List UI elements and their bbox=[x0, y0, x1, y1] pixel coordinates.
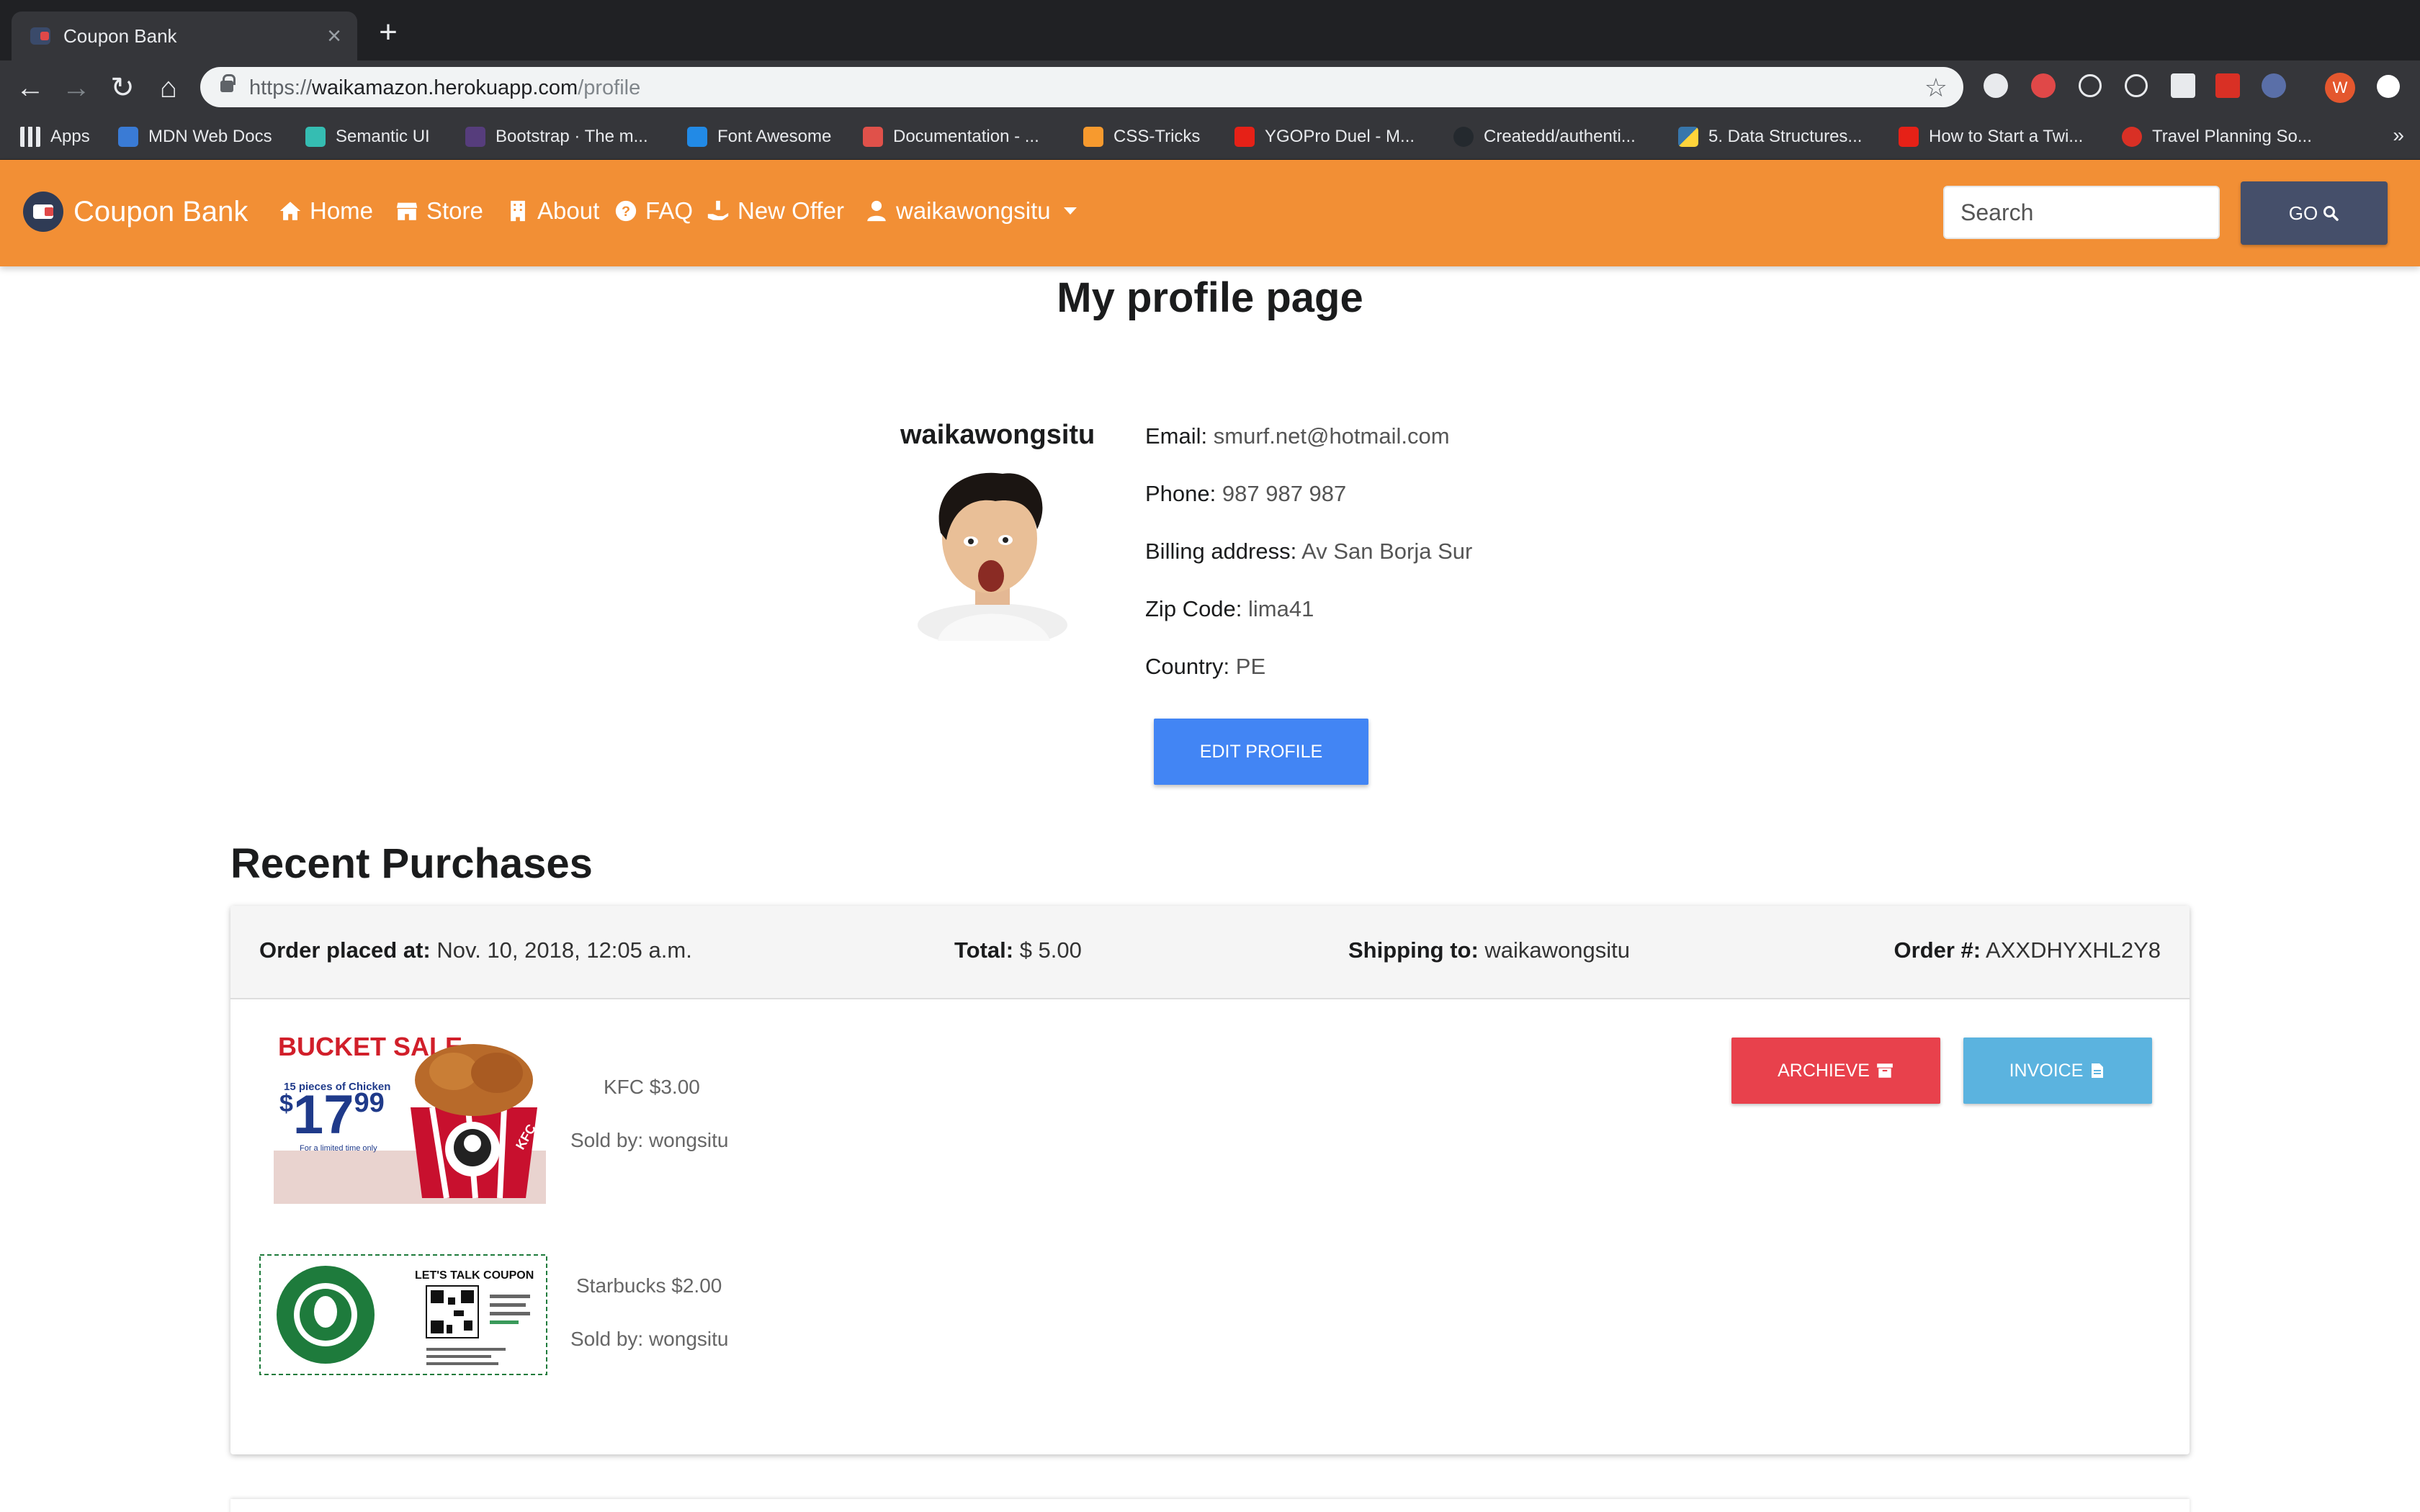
nav-about[interactable]: About bbox=[506, 197, 599, 225]
country-row: Country: PE bbox=[1145, 654, 1266, 679]
bookmark-item[interactable]: Bootstrap · The m... bbox=[465, 124, 648, 150]
kfc-coupon-note: For a limited time only bbox=[300, 1144, 377, 1153]
bookmark-item[interactable]: Font Awesome bbox=[687, 124, 831, 150]
brand-name: Coupon Bank bbox=[73, 195, 248, 228]
archive-icon bbox=[1877, 1063, 1893, 1078]
browser-tabstrip: Coupon Bank × + bbox=[0, 0, 2420, 60]
bookmark-item[interactable]: Documentation - ... bbox=[863, 124, 1039, 150]
go-search-button[interactable]: GO bbox=[2241, 181, 2388, 245]
python-icon bbox=[1678, 127, 1698, 147]
order-number: Order #: AXXDHYXHL2Y8 bbox=[1894, 937, 2161, 963]
youtube-icon bbox=[1234, 127, 1255, 147]
user-icon bbox=[867, 200, 886, 222]
search-input[interactable] bbox=[1943, 186, 2220, 239]
browser-toolbar: ← → ↻ ⌂ https://waikamazon.herokuapp.com… bbox=[0, 60, 2420, 114]
bookmark-item[interactable]: 5. Data Structures... bbox=[1678, 124, 1862, 150]
recent-purchases-title: Recent Purchases bbox=[230, 840, 593, 887]
order-shipping: Shipping to: waikawongsitu bbox=[1348, 937, 1631, 963]
kfc-coupon-image[interactable]: BUCKET SALE 15 pieces of Chicken $1799 F… bbox=[274, 1028, 546, 1204]
nav-new-offer[interactable]: New Offer bbox=[706, 197, 844, 225]
address-bar[interactable]: https://waikamazon.herokuapp.com/profile… bbox=[200, 67, 1963, 107]
next-order-card bbox=[230, 1499, 2190, 1512]
cors-extension-icon[interactable] bbox=[2215, 73, 2240, 98]
nav-faq[interactable]: ? FAQ bbox=[614, 197, 693, 225]
apps-grid-icon bbox=[20, 127, 40, 147]
travel-icon bbox=[2122, 127, 2142, 147]
bookmark-item[interactable]: MDN Web Docs bbox=[118, 124, 272, 150]
mdn-icon bbox=[118, 127, 138, 147]
file-invoice-icon bbox=[2092, 1063, 2104, 1078]
svg-text:?: ? bbox=[622, 204, 630, 220]
profile-photo bbox=[918, 472, 1067, 641]
order-header: Order placed at: Nov. 10, 2018, 12:05 a.… bbox=[230, 906, 2190, 999]
css-tricks-icon bbox=[1083, 127, 1103, 147]
order-total: Total: $ 5.00 bbox=[954, 937, 1082, 963]
url-text: https://waikamazon.herokuapp.com/profile bbox=[249, 76, 641, 99]
page-title: My profile page bbox=[1057, 274, 1363, 321]
bookmark-item[interactable]: CSS-Tricks bbox=[1083, 124, 1200, 150]
lock-icon bbox=[220, 74, 236, 92]
bookmark-item[interactable]: Apps bbox=[20, 124, 90, 150]
hand-holding-usd-icon bbox=[707, 200, 729, 220]
bookmark-item[interactable]: Semantic UI bbox=[305, 124, 430, 150]
nav-store[interactable]: Store bbox=[395, 197, 483, 225]
item-seller: Sold by: wongsitu bbox=[570, 1129, 729, 1151]
extension-1-icon[interactable] bbox=[1984, 73, 2008, 98]
back-icon[interactable]: ← bbox=[10, 68, 50, 108]
bootstrap-icon bbox=[465, 127, 485, 147]
nav-user-dropdown[interactable]: waikawongsitu bbox=[864, 197, 1077, 225]
semantic-ui-icon bbox=[305, 127, 326, 147]
bookmarks-bar: Apps MDN Web Docs Semantic UI Bootstrap … bbox=[0, 114, 2420, 160]
item-seller: Sold by: wongsitu bbox=[570, 1328, 729, 1350]
edit-profile-button[interactable]: EDIT PROFILE bbox=[1154, 719, 1368, 785]
extension-face-icon[interactable] bbox=[2262, 73, 2286, 98]
extension-target-icon[interactable] bbox=[2125, 74, 2148, 97]
home-icon bbox=[279, 202, 301, 220]
item-name: KFC $3.00 bbox=[604, 1076, 700, 1098]
more-bookmarks-icon[interactable]: » bbox=[2393, 124, 2404, 147]
react-devtools-icon[interactable] bbox=[2079, 74, 2102, 97]
phone-row: Phone: 987 987 987 bbox=[1145, 481, 1347, 506]
bookmark-item[interactable]: Travel Planning So... bbox=[2122, 124, 2312, 150]
bookmark-item[interactable]: How to Start a Twi... bbox=[1899, 124, 2083, 150]
home-icon[interactable]: ⌂ bbox=[148, 68, 189, 108]
invoice-button[interactable]: INVOICE bbox=[1963, 1038, 2152, 1104]
store-icon bbox=[396, 202, 418, 220]
forward-icon[interactable]: → bbox=[56, 68, 97, 108]
reload-icon[interactable]: ↻ bbox=[102, 68, 143, 108]
extension-shield-icon[interactable] bbox=[2031, 73, 2056, 98]
coupon-bank-favicon-icon bbox=[30, 27, 50, 45]
chevron-down-icon bbox=[1063, 207, 1077, 215]
starbucks-coupon-image[interactable]: LET'S TALK COUPON bbox=[259, 1254, 547, 1375]
profile-avatar-icon[interactable]: W bbox=[2325, 73, 2355, 103]
starbucks-coupon-heading: LET'S TALK COUPON bbox=[415, 1269, 534, 1282]
question-circle-icon: ? bbox=[615, 200, 637, 222]
profile-username: waikawongsitu bbox=[900, 420, 1095, 450]
order-placed: Order placed at: Nov. 10, 2018, 12:05 a.… bbox=[259, 937, 692, 963]
email-row: Email: smurf.net@hotmail.com bbox=[1145, 423, 1450, 449]
building-icon bbox=[511, 200, 525, 222]
font-awesome-icon bbox=[687, 127, 707, 147]
archive-button[interactable]: ARCHIEVE bbox=[1731, 1038, 1940, 1104]
close-tab-icon[interactable]: × bbox=[327, 22, 341, 50]
github-icon bbox=[1453, 127, 1474, 147]
bookmark-item[interactable]: YGOPro Duel - M... bbox=[1234, 124, 1415, 150]
nav-home[interactable]: Home bbox=[278, 197, 373, 225]
documentation-icon bbox=[863, 127, 883, 147]
extension-off-icon[interactable] bbox=[2171, 73, 2195, 98]
brand-link[interactable]: Coupon Bank bbox=[23, 192, 248, 232]
browser-tab[interactable]: Coupon Bank × bbox=[12, 12, 357, 60]
billing-address-row: Billing address: Av San Borja Sur bbox=[1145, 539, 1473, 564]
bookmark-star-icon[interactable]: ☆ bbox=[1924, 73, 1948, 103]
coupon-bank-logo-icon bbox=[23, 192, 63, 232]
youtube-icon bbox=[1899, 127, 1919, 147]
item-name: Starbucks $2.00 bbox=[576, 1274, 722, 1297]
new-tab-icon[interactable]: + bbox=[372, 16, 405, 49]
zip-code-row: Zip Code: lima41 bbox=[1145, 596, 1314, 621]
search-icon bbox=[2323, 206, 2339, 221]
tab-title: Coupon Bank bbox=[63, 25, 177, 47]
browser-menu-icon[interactable] bbox=[2377, 75, 2400, 98]
bookmark-item[interactable]: Createdd/authenti... bbox=[1453, 124, 1636, 150]
